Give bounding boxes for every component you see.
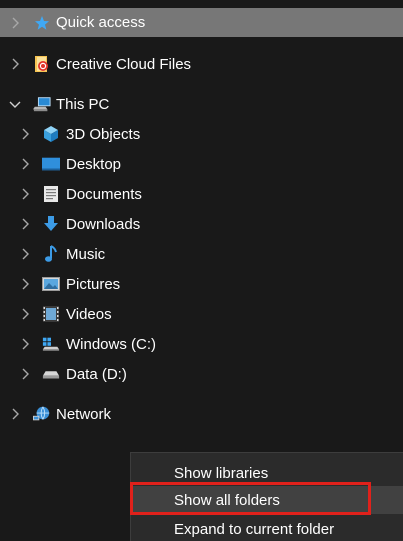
chevron-right-icon[interactable] [19, 278, 31, 290]
nav-item-desktop[interactable]: Desktop [0, 149, 403, 179]
chevron-right-icon[interactable] [19, 188, 31, 200]
chevron-right-icon[interactable] [9, 58, 21, 70]
menu-label-expand-to-current-folder: Expand to current folder [174, 520, 335, 538]
nav-label-downloads: Downloads [66, 215, 141, 233]
nav-item-videos[interactable]: Videos [0, 299, 403, 329]
nav-label-videos: Videos [66, 305, 112, 323]
menu-item-show-libraries[interactable]: Show libraries [131, 459, 403, 487]
nav-label-desktop: Desktop [66, 155, 122, 173]
nav-item-this-pc[interactable]: This PC [0, 89, 403, 119]
menu-item-show-all-folders[interactable]: Show all folders [131, 486, 403, 514]
nav-item-drive-d[interactable]: Data (D:) [0, 359, 403, 389]
nav-label-drive-c: Windows (C:) [66, 335, 157, 353]
windows-drive-icon [42, 335, 60, 353]
chevron-right-icon[interactable] [19, 128, 31, 140]
nav-item-drive-c[interactable]: Windows (C:) [0, 329, 403, 359]
chevron-right-icon[interactable] [9, 17, 21, 29]
menu-label-show-all-folders: Show all folders [174, 491, 280, 509]
nav-label-this-pc: This PC [56, 95, 110, 113]
hard-drive-icon [42, 365, 60, 383]
menu-label-show-libraries: Show libraries [174, 464, 269, 482]
nav-label-3d-objects: 3D Objects [66, 125, 141, 143]
creative-cloud-folder-icon [33, 55, 51, 73]
context-menu: Show libraries Show all folders Expand t… [130, 452, 403, 541]
chevron-right-icon[interactable] [19, 248, 31, 260]
chevron-right-icon[interactable] [19, 338, 31, 350]
chevron-right-icon[interactable] [9, 408, 21, 420]
nav-item-3d-objects[interactable]: 3D Objects [0, 119, 403, 149]
nav-label-music: Music [66, 245, 106, 263]
nav-label-documents: Documents [66, 185, 142, 203]
nav-item-quick-access[interactable]: Quick access [0, 8, 403, 37]
chevron-right-icon[interactable] [19, 308, 31, 320]
computer-icon [33, 95, 51, 113]
navigation-pane: Quick access Creative Cloud Files This P… [0, 0, 403, 541]
nav-label-network: Network [56, 405, 112, 423]
nav-item-creative-cloud[interactable]: Creative Cloud Files [0, 49, 403, 79]
nav-label-drive-d: Data (D:) [66, 365, 127, 383]
nav-label-pictures: Pictures [66, 275, 121, 293]
desktop-icon [42, 155, 60, 173]
star-icon [33, 14, 51, 32]
nav-item-documents[interactable]: Documents [0, 179, 403, 209]
chevron-right-icon[interactable] [19, 368, 31, 380]
network-globe-icon [33, 405, 51, 423]
film-strip-icon [42, 305, 60, 323]
nav-item-network[interactable]: Network [0, 399, 403, 429]
nav-label-quick-access: Quick access [56, 14, 146, 31]
nav-item-pictures[interactable]: Pictures [0, 269, 403, 299]
nav-item-downloads[interactable]: Downloads [0, 209, 403, 239]
chevron-down-icon[interactable] [9, 98, 21, 110]
picture-icon [42, 275, 60, 293]
menu-item-expand-to-current-folder[interactable]: Expand to current folder [131, 515, 403, 541]
chevron-right-icon[interactable] [19, 218, 31, 230]
download-arrow-icon [42, 215, 60, 233]
cube-icon [42, 125, 60, 143]
music-note-icon [42, 245, 60, 263]
nav-item-music[interactable]: Music [0, 239, 403, 269]
nav-label-creative-cloud: Creative Cloud Files [56, 55, 192, 73]
chevron-right-icon[interactable] [19, 158, 31, 170]
document-icon [42, 185, 60, 203]
